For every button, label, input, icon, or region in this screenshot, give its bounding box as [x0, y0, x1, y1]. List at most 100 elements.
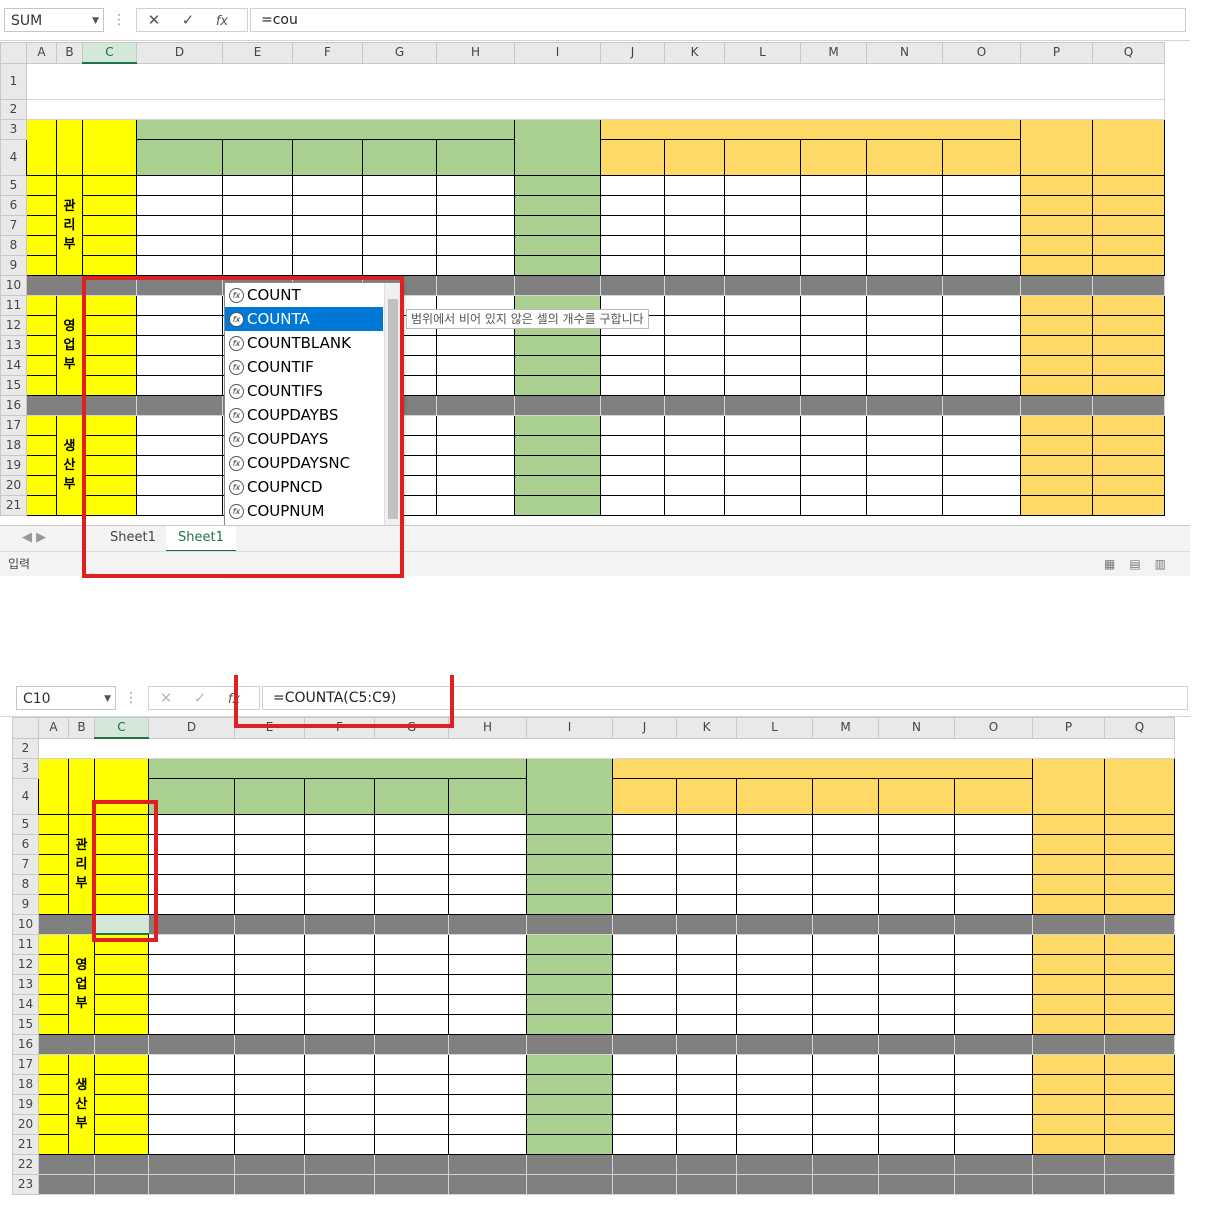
data-cell[interactable]: [514, 414, 601, 436]
data-cell[interactable]: [942, 234, 1021, 256]
data-cell[interactable]: [812, 1053, 879, 1075]
row-header[interactable]: 10: [0, 274, 27, 296]
data-cell[interactable]: [222, 174, 293, 196]
data-cell[interactable]: [136, 234, 223, 256]
data-cell[interactable]: [1104, 1133, 1175, 1155]
data-cell[interactable]: [942, 314, 1021, 336]
data-cell[interactable]: [148, 1013, 235, 1035]
subtotal-cell[interactable]: [1104, 1033, 1175, 1055]
data-cell[interactable]: [736, 833, 813, 855]
data-cell[interactable]: [866, 414, 943, 436]
data-cell[interactable]: [1032, 893, 1105, 915]
data-cell[interactable]: [736, 1113, 813, 1135]
data-cell[interactable]: [1104, 853, 1175, 875]
data-cell[interactable]: [1020, 414, 1093, 436]
data-cell[interactable]: [436, 414, 515, 436]
data-cell[interactable]: [600, 254, 665, 276]
column-header-d[interactable]: D: [136, 42, 223, 64]
data-cell[interactable]: [942, 434, 1021, 456]
subtotal-cell[interactable]: [664, 274, 725, 296]
row-header[interactable]: 17: [0, 414, 27, 436]
data-cell[interactable]: [448, 813, 527, 835]
data-cell[interactable]: [600, 374, 665, 396]
employee-name-cell[interactable]: [94, 893, 149, 915]
total-cell[interactable]: [374, 1173, 449, 1195]
data-cell[interactable]: [1032, 973, 1105, 995]
data-cell[interactable]: [664, 334, 725, 356]
total-cell[interactable]: [148, 1173, 235, 1195]
column-header-g[interactable]: G: [362, 42, 437, 64]
data-cell[interactable]: [436, 334, 515, 356]
subtotal-cell[interactable]: [82, 394, 137, 416]
column-header-i[interactable]: I: [514, 42, 601, 64]
data-cell[interactable]: [148, 1073, 235, 1095]
row-header[interactable]: 20: [12, 1113, 39, 1135]
data-cell[interactable]: [234, 993, 305, 1015]
autocomplete-item[interactable]: fx COUNTIF: [225, 355, 383, 379]
data-cell[interactable]: [234, 933, 305, 955]
employee-name-cell[interactable]: [82, 434, 137, 456]
data-cell[interactable]: [664, 354, 725, 376]
data-cell[interactable]: [362, 174, 437, 196]
subtotal-cell[interactable]: [514, 394, 601, 416]
data-cell[interactable]: [724, 234, 801, 256]
subtotal-cell[interactable]: [1092, 274, 1165, 296]
data-cell[interactable]: [1020, 474, 1093, 496]
name-box[interactable]: C10 ▼: [16, 686, 116, 710]
data-cell[interactable]: [148, 1053, 235, 1075]
data-cell[interactable]: [1092, 194, 1165, 216]
data-cell[interactable]: [1032, 813, 1105, 835]
data-cell[interactable]: [942, 454, 1021, 476]
subtotal-cell[interactable]: [1032, 1153, 1105, 1175]
data-cell[interactable]: [526, 873, 613, 895]
data-cell[interactable]: [878, 1113, 955, 1135]
row-header[interactable]: 6: [12, 833, 39, 855]
column-header-o[interactable]: O: [954, 717, 1033, 739]
column-header-b[interactable]: B: [68, 717, 95, 739]
data-cell[interactable]: [1092, 414, 1165, 436]
data-cell[interactable]: [1020, 194, 1093, 216]
data-cell[interactable]: [38, 873, 69, 895]
data-cell[interactable]: [612, 893, 677, 915]
data-cell[interactable]: [136, 294, 223, 316]
data-cell[interactable]: [812, 813, 879, 835]
data-cell[interactable]: [1032, 1093, 1105, 1115]
data-cell[interactable]: [234, 1073, 305, 1095]
column-header-n[interactable]: N: [866, 42, 943, 64]
count-result-cell[interactable]: [94, 1033, 149, 1055]
data-cell[interactable]: [664, 214, 725, 236]
data-cell[interactable]: [1104, 813, 1175, 835]
subtotal-cell[interactable]: [800, 274, 867, 296]
select-all-corner[interactable]: [0, 42, 27, 64]
column-header-q[interactable]: Q: [1092, 42, 1165, 64]
data-cell[interactable]: [866, 494, 943, 516]
row-header[interactable]: 14: [12, 993, 39, 1015]
data-cell[interactable]: [526, 1113, 613, 1135]
autocomplete-item[interactable]: fx COUNTIFS: [225, 379, 383, 403]
data-cell[interactable]: [436, 354, 515, 376]
data-cell[interactable]: [448, 893, 527, 915]
data-cell[interactable]: [1020, 234, 1093, 256]
data-cell[interactable]: [736, 1073, 813, 1095]
data-cell[interactable]: [222, 214, 293, 236]
employee-name-cell[interactable]: [82, 374, 137, 396]
data-cell[interactable]: [1092, 354, 1165, 376]
employee-name-cell[interactable]: [94, 933, 149, 955]
column-header-b[interactable]: B: [56, 42, 83, 64]
data-cell[interactable]: [514, 254, 601, 276]
data-cell[interactable]: [1092, 494, 1165, 516]
data-cell[interactable]: [234, 1053, 305, 1075]
data-cell[interactable]: [148, 893, 235, 915]
row-header[interactable]: 16: [0, 394, 27, 416]
data-cell[interactable]: [526, 973, 613, 995]
employee-name-cell[interactable]: [94, 1113, 149, 1135]
tab-sheet1[interactable]: Sheet1: [98, 526, 168, 550]
data-cell[interactable]: [304, 933, 375, 955]
data-cell[interactable]: [1092, 314, 1165, 336]
data-cell[interactable]: [1020, 294, 1093, 316]
column-header-j[interactable]: J: [600, 42, 665, 64]
data-cell[interactable]: [374, 1113, 449, 1135]
data-cell[interactable]: [612, 993, 677, 1015]
count-result-cell[interactable]: [94, 1153, 149, 1175]
data-cell[interactable]: [136, 354, 223, 376]
